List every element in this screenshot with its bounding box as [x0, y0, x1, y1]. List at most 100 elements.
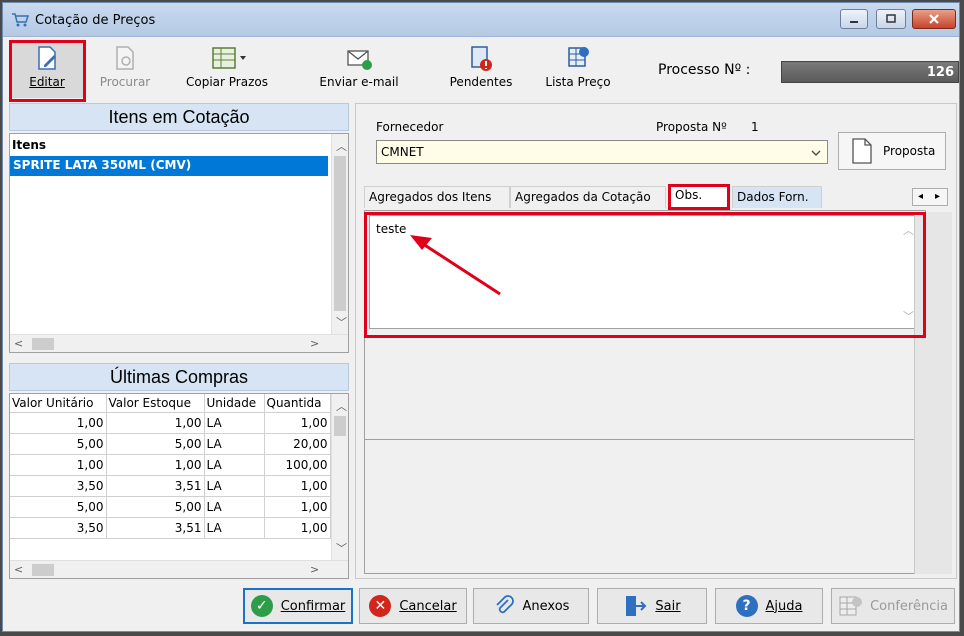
itens-column-header: Itens	[12, 138, 47, 152]
fornecedor-combo[interactable]: CMNET	[376, 140, 828, 164]
search-document-icon	[116, 46, 134, 70]
table-cell: 3,51	[106, 475, 205, 497]
table-cell: 1,00	[264, 517, 331, 539]
col-valor-estoque[interactable]: Valor Estoque	[106, 394, 205, 413]
scroll-left-icon[interactable]: <	[14, 337, 23, 350]
scroll-up-icon[interactable]: ︿	[903, 222, 914, 238]
maximize-button[interactable]	[876, 9, 906, 29]
table-cell: 5,00	[106, 433, 205, 455]
table-cell: LA	[204, 412, 265, 434]
ajuda-button[interactable]: ? Ajuda	[715, 588, 823, 624]
minimize-icon	[850, 21, 858, 23]
table-cell: LA	[204, 496, 265, 518]
pendentes-button[interactable]: Pendentes	[443, 42, 519, 98]
edit-document-icon	[38, 46, 56, 70]
table-row[interactable]: 1,00 1,00 LA 1,00	[10, 412, 331, 434]
table-cell: 1,00	[10, 412, 107, 434]
table-cell: 3,50	[10, 475, 107, 497]
proposta-panel: Fornecedor Proposta Nº 1 CMNET Proposta …	[355, 103, 957, 579]
tab-left-icon[interactable]: ◂	[918, 191, 923, 202]
scroll-thumb[interactable]	[334, 416, 346, 436]
itens-vertical-scrollbar[interactable]: ︿ ﹀	[331, 134, 348, 334]
scroll-up-icon[interactable]: ︿	[336, 398, 347, 414]
scroll-up-icon[interactable]: ︿	[336, 138, 347, 154]
table-cell: 5,00	[106, 496, 205, 518]
table-cell: 5,00	[10, 496, 107, 518]
confirmar-button[interactable]: ✓ Confirmar	[243, 588, 353, 624]
proposta-number-label: Proposta Nº	[656, 120, 727, 134]
check-icon: ✓	[250, 595, 273, 617]
paperclip-icon	[495, 595, 514, 614]
proposta-number: 1	[751, 120, 759, 134]
scroll-left-icon[interactable]: <	[14, 563, 23, 576]
col-unidade[interactable]: Unidade	[204, 394, 265, 413]
processo-label: Processo Nº :	[658, 62, 751, 78]
anexos-button[interactable]: Anexos	[473, 588, 589, 624]
procurar-button[interactable]: Procurar	[91, 42, 159, 98]
scroll-down-icon[interactable]: ﹀	[903, 308, 914, 324]
minimize-button[interactable]	[840, 9, 868, 29]
itens-panel-title: Itens em Cotação	[9, 103, 349, 131]
scroll-right-icon[interactable]: >	[310, 337, 319, 350]
cart-icon	[12, 13, 29, 27]
scroll-right-icon[interactable]: >	[310, 563, 319, 576]
table-cell: LA	[204, 475, 265, 497]
tab-dados-forn[interactable]: Dados Forn.	[732, 186, 822, 208]
table-row[interactable]: 3,50 3,51 LA 1,00	[10, 475, 331, 497]
copy-table-icon	[212, 47, 246, 69]
table-row[interactable]: 3,50 3,51 LA 1,00	[10, 517, 331, 539]
list-item-selected[interactable]: SPRITE LATA 350ML (CMV)	[10, 156, 328, 176]
cancelar-button[interactable]: ✕ Cancelar	[359, 588, 467, 624]
compras-grid[interactable]: Valor Unitário Valor Estoque Unidade Qua…	[9, 393, 349, 579]
lista-preco-button[interactable]: Lista Preço	[539, 42, 617, 98]
table-row[interactable]: 5,00 5,00 LA 20,00	[10, 433, 331, 455]
table-cell: LA	[204, 517, 265, 539]
proposta-button[interactable]: Proposta	[838, 132, 946, 170]
compras-horizontal-scrollbar[interactable]: < >	[10, 560, 348, 578]
conferencia-button[interactable]: Conferência	[831, 588, 955, 624]
table-row[interactable]: 5,00 5,00 LA 1,00	[10, 496, 331, 518]
compras-vertical-scrollbar[interactable]: ︿ ﹀	[331, 394, 348, 560]
col-valor-unitario[interactable]: Valor Unitário	[10, 394, 107, 413]
red-arrow-annotation	[410, 235, 501, 296]
table-cell: 1,00	[10, 454, 107, 476]
table-cell: 5,00	[10, 433, 107, 455]
table-cell: 3,50	[10, 517, 107, 539]
checklist-icon	[839, 596, 863, 616]
table-cell: 20,00	[264, 433, 331, 455]
itens-horizontal-scrollbar[interactable]: < >	[10, 334, 348, 352]
table-cell: 1,00	[106, 412, 205, 434]
editar-button[interactable]: Editar	[11, 42, 83, 98]
tab-obs[interactable]: Obs.	[670, 184, 728, 208]
tab-agregados-cotacao[interactable]: Agregados da Cotação	[510, 186, 666, 208]
scroll-thumb[interactable]	[334, 156, 346, 311]
maximize-icon	[886, 14, 896, 23]
table-cell: 1,00	[264, 475, 331, 497]
tab-agregados-itens[interactable]: Agregados dos Itens	[364, 186, 510, 208]
window-title: Cotação de Preços	[35, 13, 156, 28]
table-cell: LA	[204, 433, 265, 455]
close-icon	[929, 14, 939, 24]
bottom-button-bar: ✓ Confirmar ✕ Cancelar Anexos Sair ? Aju…	[3, 583, 959, 633]
chevron-down-icon	[811, 150, 821, 156]
right-gutter	[914, 212, 952, 574]
enviar-email-button[interactable]: Enviar e-mail	[316, 42, 402, 98]
envelope-icon	[347, 50, 372, 70]
toolbar: Editar Procurar Copiar Prazos Enviar e-m…	[3, 38, 959, 102]
hscroll-thumb[interactable]	[32, 338, 54, 350]
sair-button[interactable]: Sair	[597, 588, 707, 624]
tab-right-icon[interactable]: ▸	[935, 191, 940, 202]
content-divider	[365, 439, 925, 440]
main-window: Cotação de Preços Editar Procurar Copiar…	[2, 2, 960, 632]
itens-list[interactable]: Itens SPRITE LATA 350ML (CMV) ︿ ﹀ < >	[9, 133, 349, 353]
table-row[interactable]: 1,00 1,00 LA 100,00	[10, 454, 331, 476]
hscroll-thumb[interactable]	[32, 564, 54, 576]
close-window-button[interactable]	[912, 9, 956, 29]
col-quantidade[interactable]: Quantida	[264, 394, 331, 413]
table-cell: 100,00	[264, 454, 331, 476]
compras-panel-title: Últimas Compras	[9, 363, 349, 391]
tab-scroll-buttons[interactable]: ◂ ▸	[912, 188, 948, 206]
scroll-down-icon[interactable]: ﹀	[336, 540, 347, 556]
copiar-prazos-button[interactable]: Copiar Prazos	[179, 42, 275, 98]
scroll-down-icon[interactable]: ﹀	[336, 314, 347, 330]
